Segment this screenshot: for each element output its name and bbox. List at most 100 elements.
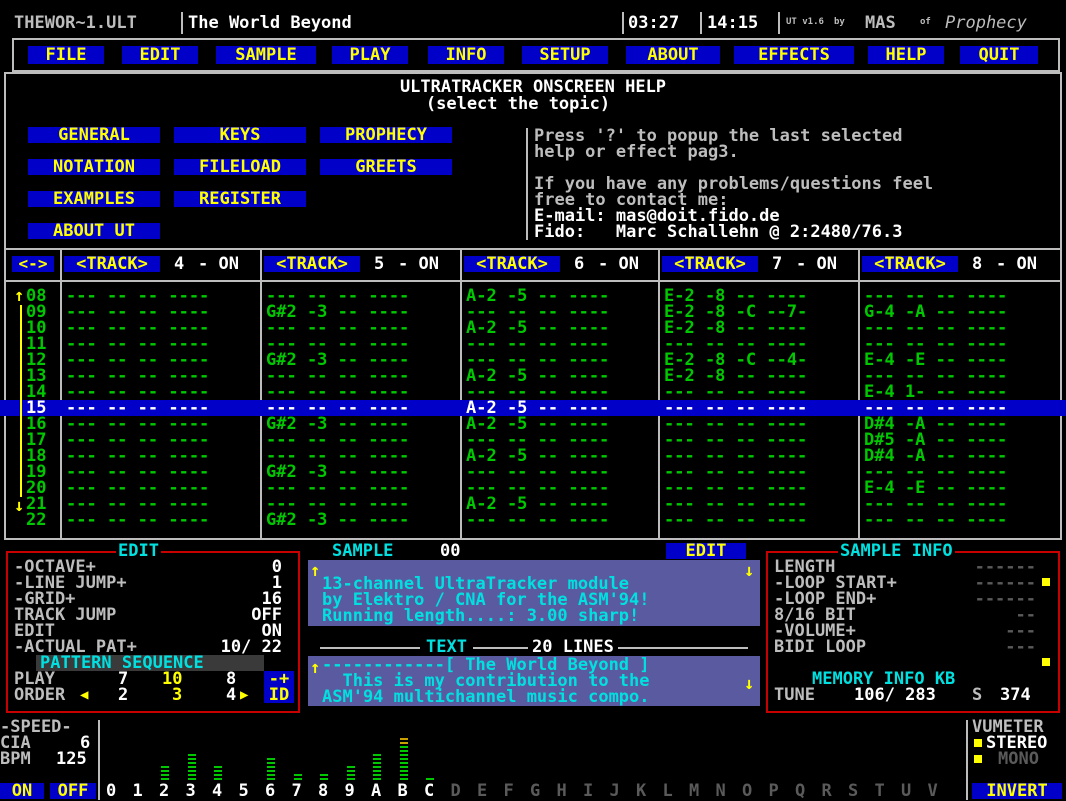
pattern-cell[interactable]: --- -- -- ---- bbox=[466, 512, 609, 529]
channel-toggle-B[interactable]: B bbox=[398, 783, 408, 800]
channel-toggle-U[interactable]: U bbox=[901, 783, 911, 800]
help-topic-notation[interactable]: NOTATION bbox=[28, 159, 160, 176]
speed-off-button[interactable]: OFF bbox=[50, 783, 96, 800]
help-text-line: help or effect pag3. bbox=[534, 142, 739, 162]
memory-tune-value: 106/ 283 bbox=[854, 685, 936, 705]
channel-toggle-9[interactable]: 9 bbox=[345, 783, 355, 800]
channel-toggle-H[interactable]: H bbox=[557, 783, 567, 800]
channel-toggle-C[interactable]: C bbox=[424, 783, 434, 800]
help-topic-examples[interactable]: EXAMPLES bbox=[28, 191, 160, 208]
track-state[interactable]: - ON bbox=[398, 256, 439, 273]
menu-about[interactable]: ABOUT bbox=[626, 46, 720, 64]
channel-toggle-M[interactable]: M bbox=[689, 783, 699, 800]
track-scroll-button[interactable]: <-> bbox=[12, 256, 54, 272]
help-topic-about-ut[interactable]: ABOUT UT bbox=[28, 223, 160, 240]
channel-level-segment bbox=[214, 778, 222, 780]
sample-edit-button[interactable]: EDIT bbox=[666, 543, 746, 560]
menu-info[interactable]: INFO bbox=[428, 46, 504, 64]
help-topic-keys[interactable]: KEYS bbox=[174, 127, 306, 144]
channel-level-segment bbox=[214, 774, 222, 776]
channel-toggle-6[interactable]: 6 bbox=[265, 783, 275, 800]
text-scroll-down-icon[interactable]: ↓ bbox=[744, 676, 754, 693]
channel-toggle-7[interactable]: 7 bbox=[292, 783, 302, 800]
pattern-cell[interactable]: G#2 -3 -- ---- bbox=[266, 512, 409, 529]
channel-toggle-3[interactable]: 3 bbox=[186, 783, 196, 800]
text-scroll-up-icon[interactable]: ↑ bbox=[310, 660, 320, 677]
channel-toggle-8[interactable]: 8 bbox=[318, 783, 328, 800]
speed-on-button[interactable]: ON bbox=[0, 783, 44, 800]
row-scroll-track[interactable] bbox=[20, 305, 22, 497]
vumeter-stereo-radio[interactable] bbox=[974, 739, 982, 747]
channel-toggle-I[interactable]: I bbox=[583, 783, 593, 800]
seq-order-right-icon[interactable]: ▶ bbox=[240, 687, 248, 703]
seq-order-left-icon[interactable]: ◀ bbox=[80, 687, 88, 703]
sample-info-label[interactable]: BIDI LOOP bbox=[774, 639, 866, 656]
help-topic-fileload[interactable]: FILELOAD bbox=[174, 159, 306, 176]
menu-quit[interactable]: QUIT bbox=[960, 46, 1038, 64]
channel-toggle-S[interactable]: S bbox=[848, 783, 858, 800]
track-state[interactable]: - ON bbox=[996, 256, 1037, 273]
menu-setup[interactable]: SETUP bbox=[522, 46, 608, 64]
menu-sample[interactable]: SAMPLE bbox=[216, 46, 316, 64]
seq-order-button[interactable]: ID bbox=[264, 687, 294, 704]
menu-help[interactable]: HELP bbox=[868, 46, 944, 64]
track-state[interactable]: - ON bbox=[796, 256, 837, 273]
channel-toggle-5[interactable]: 5 bbox=[239, 783, 249, 800]
channel-toggle-1[interactable]: 1 bbox=[133, 783, 143, 800]
row-scroll-up-icon[interactable]: ↑ bbox=[14, 288, 24, 305]
row-scroll-down-icon[interactable]: ↓ bbox=[14, 498, 24, 515]
help-topic-prophecy[interactable]: PROPHECY bbox=[320, 127, 452, 144]
track-header-button-5[interactable]: <TRACK> bbox=[264, 256, 360, 273]
channel-toggle-T[interactable]: T bbox=[875, 783, 885, 800]
title-divider bbox=[622, 12, 624, 34]
channel-toggle-0[interactable]: 0 bbox=[106, 783, 116, 800]
track-header-button-4[interactable]: <TRACK> bbox=[64, 256, 160, 273]
channel-toggle-4[interactable]: 4 bbox=[212, 783, 222, 800]
channel-level-segment bbox=[267, 778, 275, 780]
channel-toggle-F[interactable]: F bbox=[504, 783, 514, 800]
channel-toggle-E[interactable]: E bbox=[477, 783, 487, 800]
pattern-cell[interactable]: --- -- -- ---- bbox=[864, 512, 1007, 529]
channel-toggle-A[interactable]: A bbox=[371, 783, 381, 800]
vumeter-invert-button[interactable]: INVERT bbox=[972, 783, 1062, 800]
pattern-cell[interactable]: --- -- -- ---- bbox=[664, 512, 807, 529]
track-header-button-8[interactable]: <TRACK> bbox=[862, 256, 958, 273]
vumeter-mono-label[interactable]: MONO bbox=[998, 751, 1039, 768]
track-header-button-6[interactable]: <TRACK> bbox=[464, 256, 560, 273]
memory-s-value: 374 bbox=[1000, 685, 1031, 705]
track-header-button-7[interactable]: <TRACK> bbox=[662, 256, 758, 273]
channel-toggle-N[interactable]: N bbox=[716, 783, 726, 800]
channel-toggle-D[interactable]: D bbox=[451, 783, 461, 800]
channel-toggle-R[interactable]: R bbox=[822, 783, 832, 800]
channel-toggle-K[interactable]: K bbox=[636, 783, 646, 800]
channel-toggle-V[interactable]: V bbox=[928, 783, 938, 800]
channel-toggle-O[interactable]: O bbox=[742, 783, 752, 800]
track-state[interactable]: - ON bbox=[598, 256, 639, 273]
track-number: 4 bbox=[174, 254, 185, 274]
channel-toggle-G[interactable]: G bbox=[530, 783, 540, 800]
menu-edit[interactable]: EDIT bbox=[122, 46, 198, 64]
channel-toggle-P[interactable]: P bbox=[769, 783, 779, 800]
menu-play[interactable]: PLAY bbox=[332, 46, 408, 64]
pattern-top-border bbox=[4, 248, 1062, 250]
track-state[interactable]: - ON bbox=[198, 256, 239, 273]
channel-toggle-J[interactable]: J bbox=[610, 783, 620, 800]
menu-effects[interactable]: EFFECTS bbox=[734, 46, 854, 64]
sample-scroll-down-icon[interactable]: ↓ bbox=[744, 563, 754, 580]
channel-toggle-Q[interactable]: Q bbox=[795, 783, 805, 800]
channel-toggle-L[interactable]: L bbox=[663, 783, 673, 800]
channel-level-segment bbox=[399, 758, 408, 760]
vumeter-mono-radio[interactable] bbox=[974, 755, 982, 763]
channel-level-segment bbox=[293, 778, 302, 780]
help-topic-register[interactable]: REGISTER bbox=[174, 191, 306, 208]
help-topic-general[interactable]: GENERAL bbox=[28, 127, 160, 144]
pattern-cell[interactable]: --- -- -- ---- bbox=[66, 512, 209, 529]
channel-toggle-2[interactable]: 2 bbox=[159, 783, 169, 800]
menu-file[interactable]: FILE bbox=[28, 46, 104, 64]
speed-bpm-value: 125 bbox=[56, 749, 87, 769]
sample-scroll-up-icon[interactable]: ↑ bbox=[310, 563, 320, 580]
help-topic-greets[interactable]: GREETS bbox=[320, 159, 452, 176]
track-number: 6 bbox=[574, 254, 585, 274]
track-divider bbox=[60, 248, 62, 538]
channel-level-segment bbox=[267, 762, 275, 764]
